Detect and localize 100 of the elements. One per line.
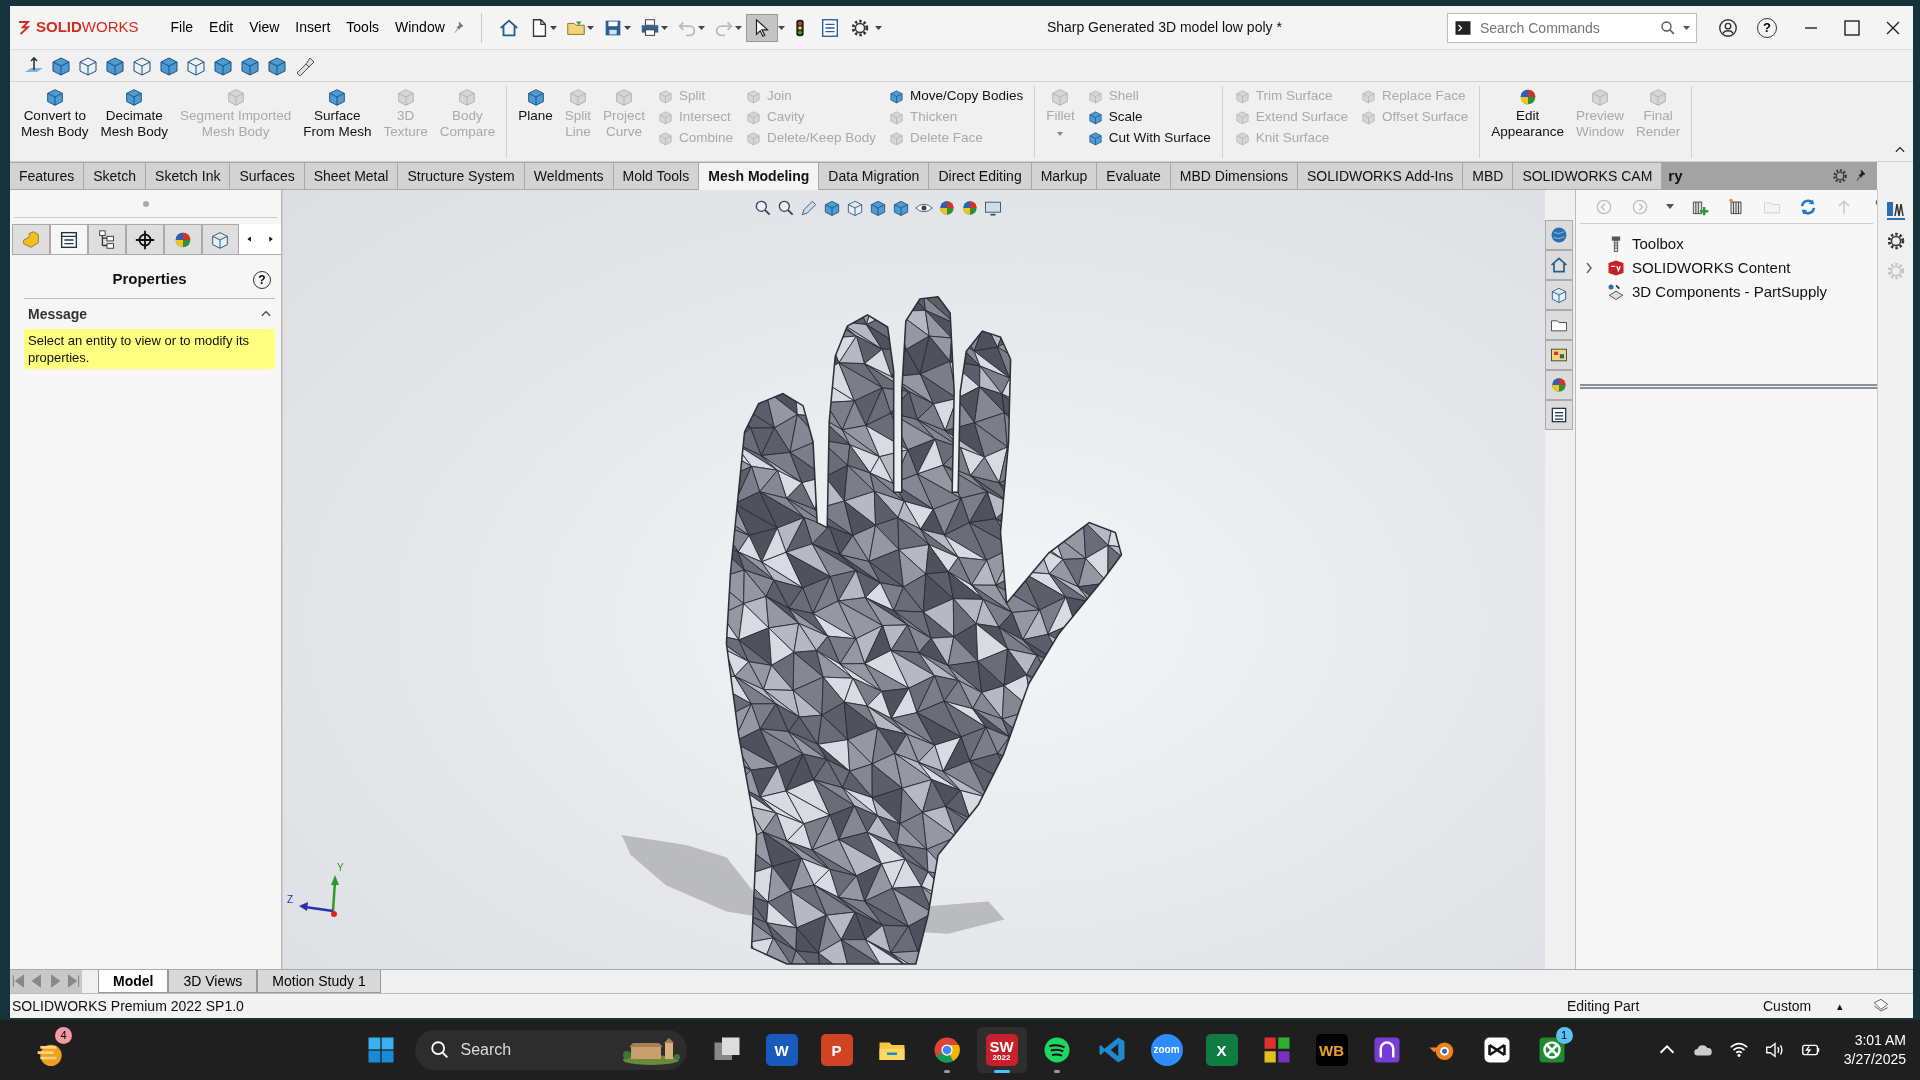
ribbon-tab[interactable]: Sheet Metal — [304, 162, 399, 190]
zoom-icon[interactable] — [776, 198, 796, 218]
ribbon-button[interactable]: Plane — [513, 86, 558, 124]
cube-icon — [657, 109, 675, 126]
color-ball-icon[interactable] — [960, 198, 980, 218]
ribbon-tab[interactable]: SOLIDWORKS CAM — [1513, 162, 1663, 190]
menu-item[interactable]: View — [241, 15, 288, 40]
user-icon — [1717, 16, 1739, 39]
ribbon-tab[interactable]: Features — [10, 162, 85, 190]
search-field[interactable]: Search — [414, 1030, 687, 1070]
clock-time[interactable]: 3:01 AM — [1854, 1031, 1906, 1050]
ribbon-button[interactable]: Decimate Mesh Body — [95, 86, 174, 140]
ribbon-tab[interactable]: Evaluate — [1097, 162, 1171, 190]
cube-icon — [657, 88, 675, 105]
ribbon-tab[interactable]: Sketch Ink — [146, 162, 231, 190]
list-icon — [1549, 405, 1569, 425]
caret-icon — [697, 25, 705, 30]
status-text: Editing Part — [1567, 996, 1641, 1016]
parts-icon — [1549, 285, 1569, 305]
select-button[interactable] — [745, 13, 778, 42]
ribbon-button[interactable]: Scale — [1081, 107, 1216, 128]
minimize-icon — [1804, 26, 1818, 29]
list-tab[interactable] — [1545, 400, 1573, 430]
cube-icon[interactable] — [845, 198, 865, 218]
ribbon-tab[interactable]: Structure System — [398, 162, 525, 190]
panel-tab[interactable] — [125, 224, 164, 254]
palette-tab[interactable] — [1545, 340, 1573, 370]
app-logo: X — [1205, 1034, 1238, 1066]
ribbon-button[interactable]: Edit Appearance — [1486, 86, 1569, 140]
panel-tab[interactable] — [49, 224, 88, 254]
cube-icon[interactable] — [868, 198, 888, 218]
color-ball-icon[interactable] — [937, 198, 957, 218]
model-tab[interactable]: Model — [98, 970, 169, 993]
ribbon-tab[interactable]: Sketch — [84, 162, 147, 190]
cube-icon — [657, 130, 675, 147]
menu-item[interactable]: Tools — [338, 15, 387, 40]
taskbar-app[interactable]: SW 2022 — [976, 1027, 1027, 1073]
ribbon-tab[interactable]: Markup — [1031, 162, 1098, 190]
app-logo: SW 2022 — [985, 1034, 1018, 1066]
notification-badge: 4 — [55, 1027, 72, 1044]
search-field[interactable]: Search Commands — [1447, 12, 1697, 43]
globe-icon — [1549, 225, 1569, 245]
ribbon-tab[interactable]: Mesh Modeling — [699, 162, 820, 190]
home-tab[interactable] — [1545, 250, 1573, 280]
color-ball-tab[interactable] — [1545, 370, 1573, 400]
ribbon-tab[interactable]: MBD — [1463, 162, 1514, 190]
ribbon-tab[interactable]: Data Migration — [819, 162, 930, 190]
color-ball-icon — [1549, 375, 1569, 395]
app-logo: zoom — [1150, 1034, 1183, 1066]
parts-tab[interactable] — [1545, 280, 1573, 310]
caret-icon — [777, 25, 785, 30]
ribbon-tab[interactable]: Mold Tools — [613, 162, 700, 190]
units-dropdown[interactable]: Custom — [1763, 995, 1837, 1017]
taskbar-app[interactable]: W — [756, 1027, 807, 1073]
taskbar-app[interactable]: X — [1196, 1027, 1247, 1073]
ribbon-tab[interactable]: Surfaces — [230, 162, 305, 190]
ribbon-tab[interactable]: Direct Editing — [929, 162, 1032, 190]
gear-icon[interactable] — [1831, 167, 1849, 185]
menu-item[interactable]: Insert — [287, 15, 339, 40]
app-logo: WB — [1315, 1034, 1348, 1066]
ribbon-tab[interactable]: SOLIDWORKS Add-Ins — [1298, 162, 1464, 190]
menu-item[interactable]: File — [162, 15, 202, 40]
logo-icon — [1606, 258, 1626, 278]
taskbar-app[interactable]: P — [811, 1027, 862, 1073]
cube-icon — [1086, 130, 1104, 147]
ribbon-button[interactable]: Surface From Mesh — [298, 86, 377, 140]
panel-tab[interactable] — [87, 224, 126, 254]
taskbar-app[interactable]: WB — [1306, 1027, 1357, 1073]
clock-date[interactable]: 3/27/2025 — [1843, 1050, 1906, 1069]
menu-item[interactable]: Edit — [201, 15, 242, 40]
components-icon — [1606, 282, 1626, 302]
zoom-icon[interactable] — [753, 198, 773, 218]
cube-icon — [745, 109, 763, 126]
search-icon — [1659, 18, 1677, 37]
z-axis-drawing — [299, 902, 334, 913]
folder-tab[interactable] — [1545, 310, 1573, 340]
cube-icon[interactable] — [891, 198, 911, 218]
ribbon-button[interactable]: Cut With Surface — [1081, 128, 1216, 149]
globe-tab[interactable] — [1545, 220, 1573, 250]
model-tab[interactable]: 3D Views — [168, 970, 258, 993]
ribbon-tab[interactable]: MBD Dimensions — [1170, 162, 1298, 190]
cube-icon — [1360, 88, 1378, 105]
tree-item[interactable]: Toolbox — [1632, 232, 1684, 256]
ribbon-button[interactable]: Convert to Mesh Body — [16, 86, 94, 140]
caret-icon — [623, 25, 631, 30]
section-title: Message — [28, 304, 88, 324]
ribbon-button[interactable]: Move/Copy Bodies — [882, 86, 1029, 107]
ribbon-tab[interactable]: Weldments — [524, 162, 614, 190]
menu-item[interactable]: Window — [387, 15, 453, 40]
model-tab[interactable]: Motion Study 1 — [257, 970, 381, 993]
cube-icon — [1233, 109, 1251, 126]
tree-item[interactable]: 3D Components - PartSupply — [1632, 280, 1828, 304]
grip-icon — [141, 199, 150, 208]
widgets-button[interactable]: 4 — [26, 1027, 76, 1073]
tree-item[interactable]: SOLIDWORKS Content — [1632, 256, 1791, 280]
cube-icon — [1233, 130, 1251, 147]
caret-icon[interactable]: ▴ — [1837, 997, 1871, 1015]
cube-icon[interactable] — [822, 198, 842, 218]
taskbar-app[interactable]: 1 — [1526, 1027, 1577, 1073]
caret-icon — [874, 25, 882, 30]
